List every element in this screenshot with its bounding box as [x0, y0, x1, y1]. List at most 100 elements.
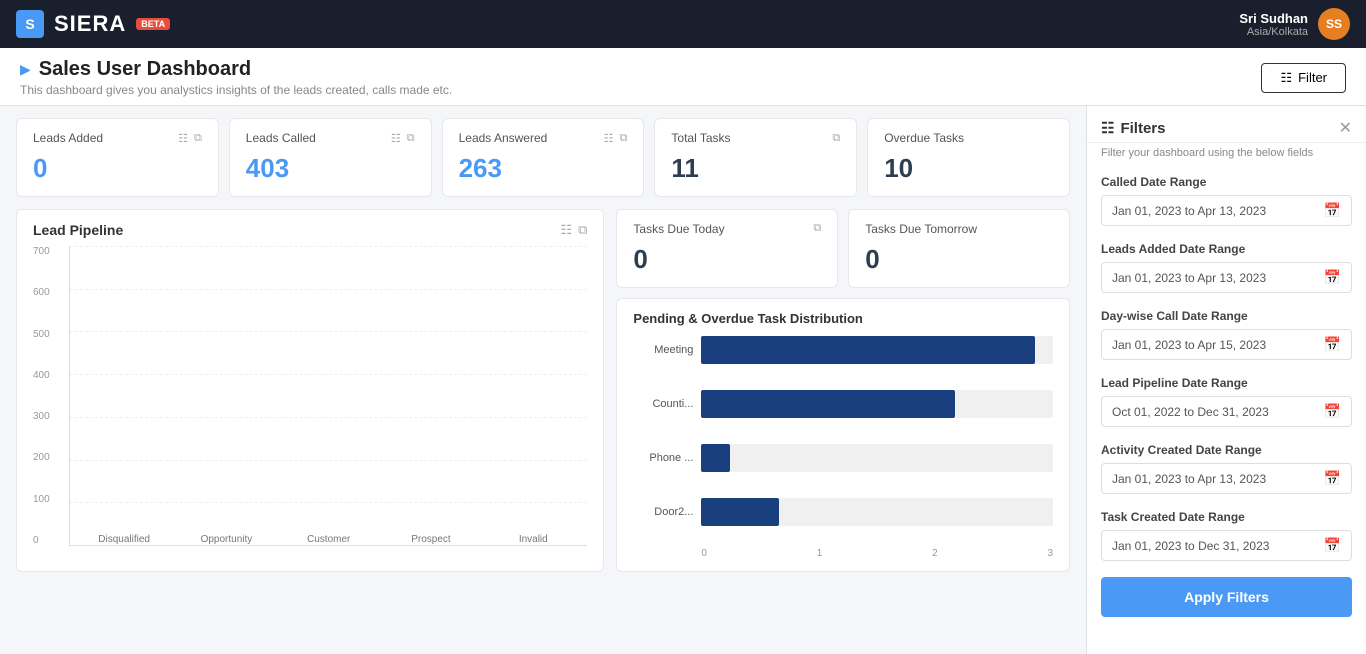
metric-icons-leads-added: ☷ ⧉ — [178, 132, 202, 145]
beta-badge: BETA — [136, 18, 170, 30]
hbar-row-door2: Door2... — [633, 498, 1053, 526]
metric-value-leads-answered: 263 — [459, 153, 628, 184]
tasks-tomorrow-title: Tasks Due Tomorrow — [865, 222, 977, 236]
user-timezone: Asia/Kolkata — [1239, 26, 1308, 38]
filter-section-called-date: Called Date Range Jan 01, 2023 to Apr 13… — [1087, 167, 1366, 234]
filter-panel-subtitle: Filter your dashboard using the below fi… — [1087, 143, 1366, 167]
bar-disqualified: Disqualified — [80, 530, 168, 545]
filter-icon-sm3[interactable]: ☷ — [604, 132, 614, 145]
filter-panel-title: ☷ Filters — [1101, 119, 1165, 137]
filter-section-activity: Activity Created Date Range Jan 01, 2023… — [1087, 435, 1366, 502]
bar-invalid: Invalid — [489, 530, 577, 545]
filter-input-daywise[interactable]: Jan 01, 2023 to Apr 15, 2023 📅 — [1101, 329, 1352, 360]
bar-chart-area: Disqualified Opportunity Customer — [69, 246, 587, 546]
lead-pipeline-card: Lead Pipeline ☷ ⧉ 700 600 500 400 300 20… — [16, 209, 604, 572]
filter-input-activity[interactable]: Jan 01, 2023 to Apr 13, 2023 📅 — [1101, 463, 1352, 494]
filter-btn-label: Filter — [1298, 70, 1327, 85]
calendar-icon-leads-added: 📅 — [1324, 269, 1341, 286]
export-icon[interactable]: ⧉ — [194, 132, 202, 145]
avatar: SS — [1318, 8, 1350, 40]
right-charts: Tasks Due Today ⧉ 0 Tasks Due Tomorrow 0 — [616, 209, 1070, 572]
hbar-x-labels: 0 1 2 3 — [633, 548, 1053, 559]
nav-right: Sri Sudhan Asia/Kolkata SS — [1239, 8, 1350, 40]
pipeline-filter-icon[interactable]: ☷ — [560, 222, 572, 238]
bar-prospect: Prospect — [387, 530, 475, 545]
metric-card-leads-called: Leads Called ☷ ⧉ 403 — [229, 118, 432, 197]
metric-card-overdue-tasks: Overdue Tasks 10 — [867, 118, 1070, 197]
filter-label-daywise: Day-wise Call Date Range — [1101, 309, 1352, 323]
metric-value-leads-added: 0 — [33, 153, 202, 184]
page-subtitle: This dashboard gives you analystics insi… — [20, 83, 452, 97]
filter-label-leads-added: Leads Added Date Range — [1101, 242, 1352, 256]
metric-card-leads-added: Leads Added ☷ ⧉ 0 — [16, 118, 219, 197]
filter-label-pipeline: Lead Pipeline Date Range — [1101, 376, 1352, 390]
filter-button[interactable]: ☷ Filter — [1261, 63, 1346, 93]
metric-title-leads-called: Leads Called — [246, 131, 316, 145]
dashboard-area: Leads Added ☷ ⧉ 0 Leads Called ☷ ⧉ 403 — [0, 106, 1086, 654]
calendar-icon-daywise: 📅 — [1324, 336, 1341, 353]
brand-name: SIERA — [54, 11, 126, 37]
tasks-today-value: 0 — [633, 244, 821, 275]
apply-filters-button[interactable]: Apply Filters — [1101, 577, 1352, 617]
filter-section-daywise-call: Day-wise Call Date Range Jan 01, 2023 to… — [1087, 301, 1366, 368]
title-section: ▶ Sales User Dashboard This dashboard gi… — [20, 58, 452, 97]
pipeline-export-icon[interactable]: ⧉ — [578, 222, 587, 238]
filter-panel-header: ☷ Filters ✕ — [1087, 106, 1366, 143]
filter-label-activity: Activity Created Date Range — [1101, 443, 1352, 457]
metric-cards: Leads Added ☷ ⧉ 0 Leads Called ☷ ⧉ 403 — [16, 118, 1070, 197]
filter-icon-sm2[interactable]: ☷ — [391, 132, 401, 145]
filter-input-called[interactable]: Jan 01, 2023 to Apr 13, 2023 📅 — [1101, 195, 1352, 226]
metric-card-total-tasks: Total Tasks ⧉ 11 — [654, 118, 857, 197]
filter-input-leads-added[interactable]: Jan 01, 2023 to Apr 13, 2023 📅 — [1101, 262, 1352, 293]
filter-label-called: Called Date Range — [1101, 175, 1352, 189]
charts-row: Lead Pipeline ☷ ⧉ 700 600 500 400 300 20… — [16, 209, 1070, 572]
app-logo: S — [16, 10, 44, 38]
filter-close-button[interactable]: ✕ — [1339, 118, 1352, 138]
filter-input-task-created[interactable]: Jan 01, 2023 to Dec 31, 2023 📅 — [1101, 530, 1352, 561]
calendar-icon-pipeline: 📅 — [1324, 403, 1341, 420]
metric-title-leads-added: Leads Added — [33, 131, 103, 145]
hbar-row-phone: Phone ... — [633, 444, 1053, 472]
metric-value-overdue-tasks: 10 — [884, 153, 1053, 184]
metric-title-leads-answered: Leads Answered — [459, 131, 548, 145]
user-info: Sri Sudhan Asia/Kolkata — [1239, 11, 1308, 38]
hbar-row-meeting: Meeting — [633, 336, 1053, 364]
calendar-icon-task-created: 📅 — [1324, 537, 1341, 554]
bar-customer: Customer — [285, 530, 373, 545]
bars-container: Disqualified Opportunity Customer — [70, 246, 587, 545]
tasks-due-tomorrow-card: Tasks Due Tomorrow 0 — [848, 209, 1070, 288]
filter-label-task-created: Task Created Date Range — [1101, 510, 1352, 524]
metric-value-total-tasks: 11 — [671, 153, 840, 184]
tasks-tomorrow-value: 0 — [865, 244, 1053, 275]
hbar-rows: Meeting Counti... Phone — [633, 336, 1053, 544]
filter-panel: ☷ Filters ✕ Filter your dashboard using … — [1086, 106, 1366, 654]
filter-icon-sm[interactable]: ☷ — [178, 132, 188, 145]
page-title: Sales User Dashboard — [39, 58, 251, 81]
tasks-today-export[interactable]: ⧉ — [813, 222, 821, 236]
page-header: ▶ Sales User Dashboard This dashboard gi… — [0, 48, 1366, 106]
filter-section-task-created: Task Created Date Range Jan 01, 2023 to … — [1087, 502, 1366, 569]
task-cards-row: Tasks Due Today ⧉ 0 Tasks Due Tomorrow 0 — [616, 209, 1070, 288]
main-content: Leads Added ☷ ⧉ 0 Leads Called ☷ ⧉ 403 — [0, 106, 1366, 654]
lead-pipeline-title: Lead Pipeline — [33, 222, 123, 238]
export-icon2[interactable]: ⧉ — [407, 132, 415, 145]
filter-section-leads-added: Leads Added Date Range Jan 01, 2023 to A… — [1087, 234, 1366, 301]
breadcrumb-arrow[interactable]: ▶ — [20, 61, 31, 78]
calendar-icon-called: 📅 — [1324, 202, 1341, 219]
filter-funnel-icon: ☷ — [1101, 119, 1114, 137]
y-axis-labels: 700 600 500 400 300 200 100 0 — [33, 246, 50, 546]
bar-opportunity: Opportunity — [182, 530, 270, 545]
filter-section-pipeline: Lead Pipeline Date Range Oct 01, 2022 to… — [1087, 368, 1366, 435]
calendar-icon-activity: 📅 — [1324, 470, 1341, 487]
top-nav: S SIERA BETA Sri Sudhan Asia/Kolkata SS — [0, 0, 1366, 48]
tasks-due-today-card: Tasks Due Today ⧉ 0 — [616, 209, 838, 288]
metric-value-leads-called: 403 — [246, 153, 415, 184]
export-icon3[interactable]: ⧉ — [620, 132, 628, 145]
export-icon4[interactable]: ⧉ — [832, 132, 840, 145]
tasks-today-title: Tasks Due Today — [633, 222, 724, 236]
nav-left: S SIERA BETA — [16, 10, 170, 38]
hbar-row-counti: Counti... — [633, 390, 1053, 418]
filter-input-pipeline[interactable]: Oct 01, 2022 to Dec 31, 2023 📅 — [1101, 396, 1352, 427]
filter-icon: ☷ — [1280, 70, 1292, 86]
metric-title-total-tasks: Total Tasks — [671, 131, 730, 145]
